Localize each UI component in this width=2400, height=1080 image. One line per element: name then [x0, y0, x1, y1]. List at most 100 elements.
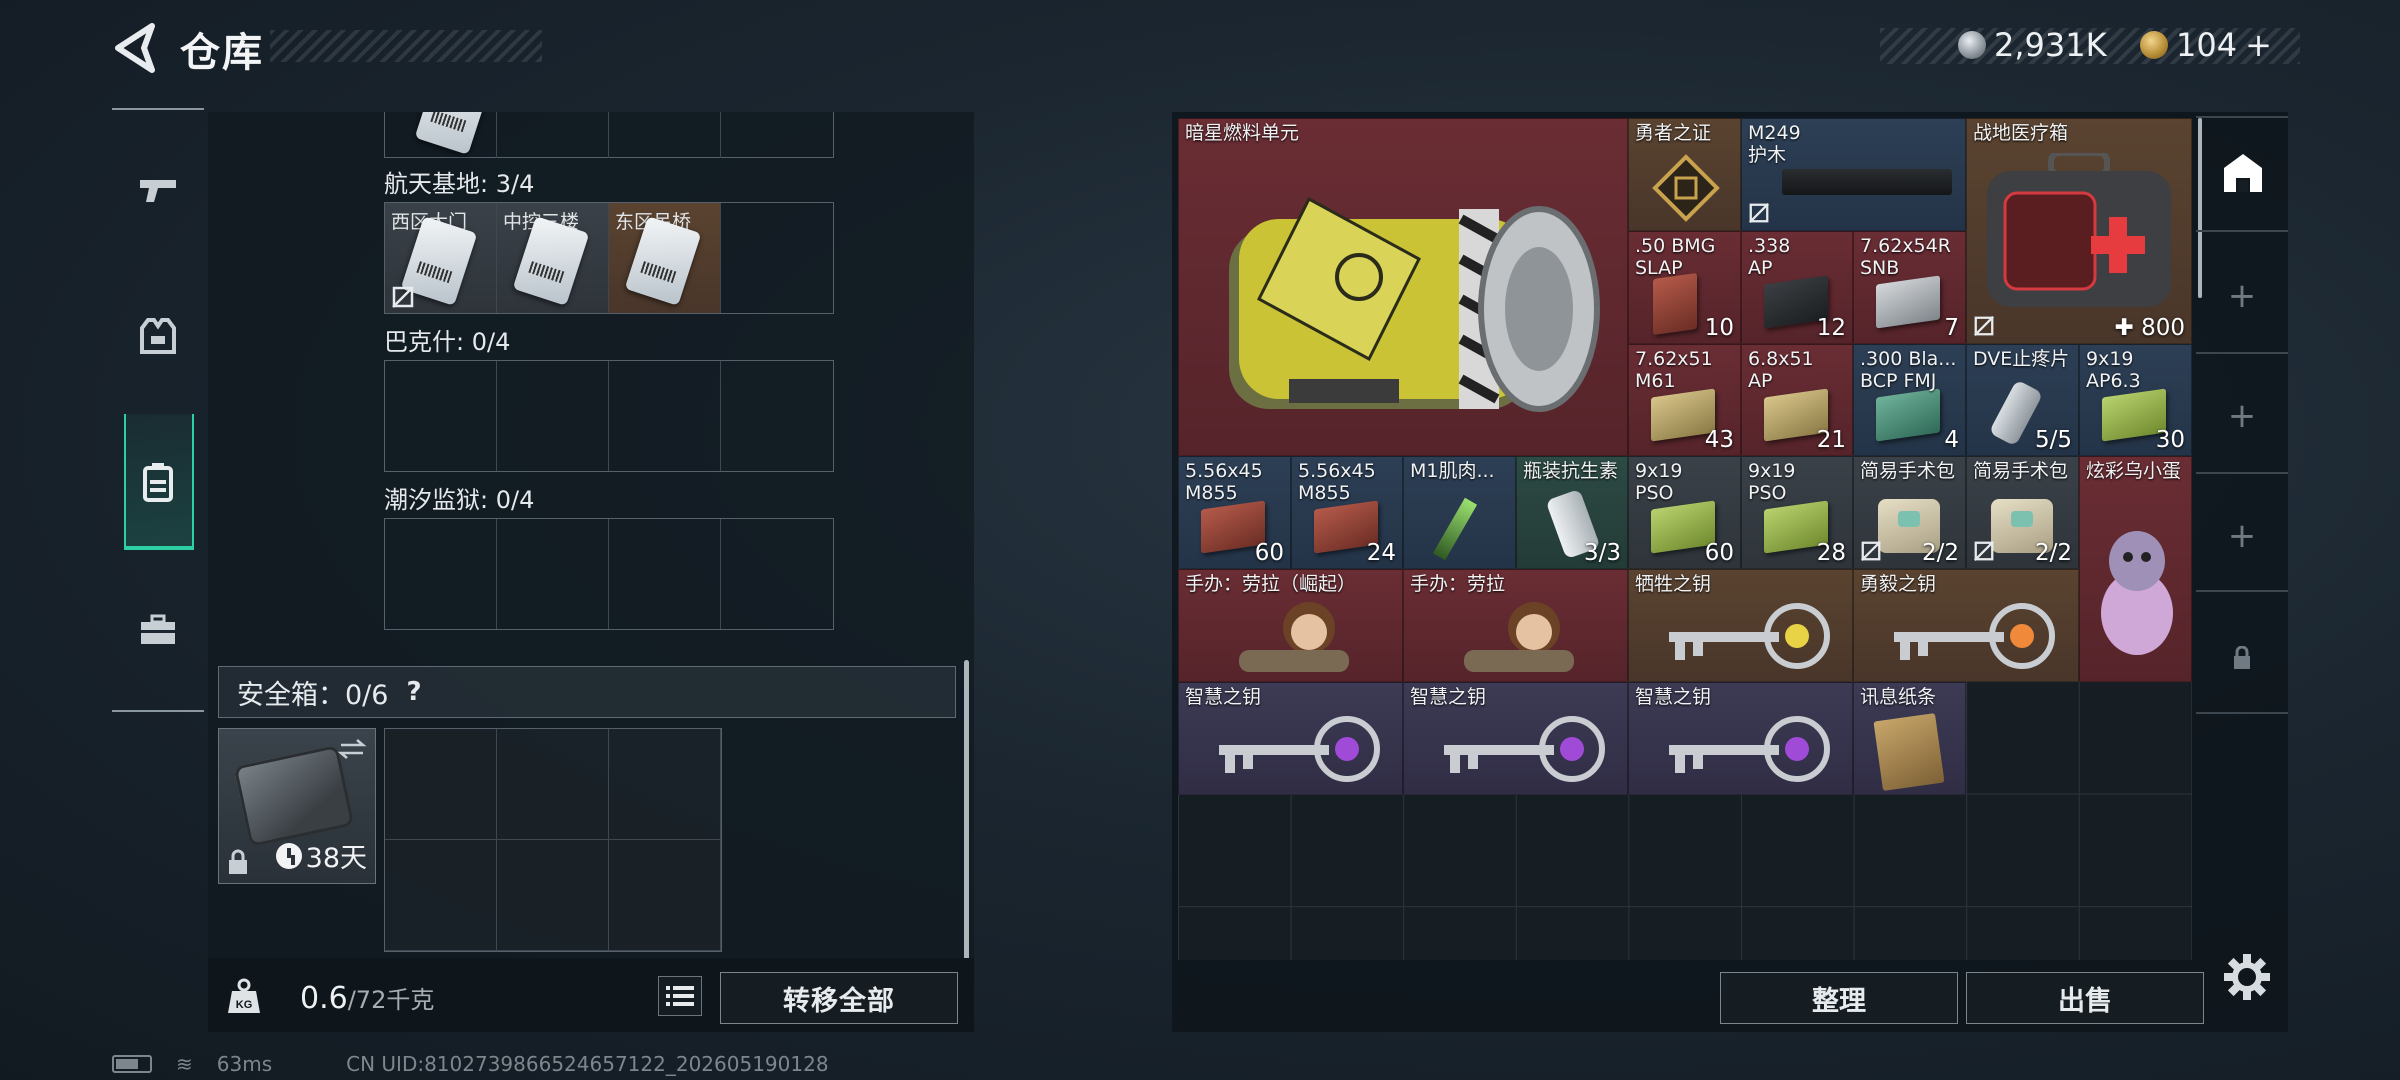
stash-item-338ap[interactable]: .338 AP 12 — [1741, 231, 1853, 344]
stash-item-surgery-kit[interactable]: 简易手术包 2/2 — [1853, 456, 1966, 569]
key-slot-empty[interactable] — [609, 361, 721, 471]
stash-item-lara-figure-rise[interactable]: 手办：劳拉（崛起） — [1178, 569, 1403, 682]
stash-item-300blk[interactable]: .300 Bla... BCP FMJ 4 — [1853, 344, 1966, 456]
stash-grid: 暗星燃料单元 勇者之证 M249 护木 战地医疗箱 ✚ 800 .50 BMG … — [1178, 118, 2192, 960]
item-name: 7.62x51 M61 — [1635, 348, 1713, 392]
safebox-help-button[interactable]: ? — [406, 677, 421, 707]
currency-gold-value: 104 — [2176, 26, 2238, 64]
key-slot-empty[interactable] — [721, 361, 833, 471]
stash-home-icon[interactable] — [2220, 150, 2266, 196]
currency-gold[interactable]: 104 + — [2140, 26, 2272, 64]
sell-button[interactable]: 出售 — [1966, 972, 2204, 1024]
sort-button[interactable]: 整理 — [1720, 972, 1958, 1024]
safebox-slot[interactable] — [385, 840, 497, 951]
key-image — [1444, 716, 1605, 782]
key-slot[interactable] — [497, 112, 609, 158]
add-page-button[interactable]: + — [2226, 279, 2258, 313]
stash-item-fuel-cell[interactable]: 暗星燃料单元 — [1178, 118, 1628, 456]
stash-item-surgery-kit[interactable]: 简易手术包 2/2 — [1966, 456, 2079, 569]
pistol-icon — [140, 180, 176, 202]
key-slot[interactable] — [385, 112, 497, 158]
key-section-label: 巴克什: 0/4 — [384, 328, 511, 356]
key-slot-empty[interactable] — [721, 519, 833, 629]
stash-item-9x19-pso[interactable]: 9x19 PSO 60 — [1628, 456, 1741, 569]
item-name: 6.8x51 AP — [1748, 348, 1814, 392]
stash-item-badge[interactable]: 勇者之证 — [1628, 118, 1741, 231]
stash-item-m1-muscle[interactable]: M1肌肉... — [1403, 456, 1516, 569]
key-slot[interactable] — [721, 112, 833, 158]
stash-item-courage-key[interactable]: 勇毅之钥 — [1853, 569, 2079, 682]
backpack-scrollbar[interactable] — [964, 660, 969, 960]
stash-item-field-medkit[interactable]: 战地医疗箱 ✚ 800 — [1966, 118, 2192, 344]
stash-item-556-m855[interactable]: 5.56x45 M855 60 — [1178, 456, 1291, 569]
safebox-label: 安全箱：0/6 — [237, 679, 389, 711]
nav-armor[interactable] — [118, 296, 198, 376]
safebox-slot[interactable] — [497, 840, 609, 951]
gold-coin-icon — [2140, 31, 2168, 59]
stash-item-wisdom-key[interactable]: 智慧之钥 — [1178, 682, 1403, 795]
key-slot-empty[interactable] — [721, 203, 833, 313]
add-page-button[interactable]: + — [2226, 519, 2258, 553]
item-count: 24 — [1366, 540, 1396, 566]
add-page-button[interactable]: + — [2226, 399, 2258, 433]
stash-item-9x19-ap63[interactable]: 9x19 AP6.3 30 — [2079, 344, 2192, 456]
nav-tools[interactable] — [118, 590, 198, 670]
stash-item-wisdom-key[interactable]: 智慧之钥 — [1403, 682, 1628, 795]
nav-backpack[interactable] — [118, 442, 198, 522]
nav-weapons[interactable] — [118, 150, 198, 230]
stash-item-556-m855[interactable]: 5.56x45 M855 24 — [1291, 456, 1403, 569]
key-slot-empty[interactable] — [609, 519, 721, 629]
stash-item-rainbow-egg[interactable]: 炫彩乌小蛋 — [2079, 456, 2192, 682]
back-button[interactable] — [112, 22, 158, 74]
stash-item-m249-handguard[interactable]: M249 护木 — [1741, 118, 1966, 231]
safebox-item[interactable]: 38天 — [218, 728, 376, 884]
key-slot-empty[interactable] — [497, 519, 609, 629]
key-slot[interactable]: 中控三楼 — [497, 203, 609, 313]
safebox-slot[interactable] — [609, 840, 721, 951]
key-slot[interactable]: 东区吊桥 — [609, 203, 721, 313]
stash-item-762x51[interactable]: 7.62x51 M61 43 — [1628, 344, 1741, 456]
nav-divider — [112, 710, 204, 712]
key-slot[interactable] — [609, 112, 721, 158]
stash-item-sacrifice-key[interactable]: 牺牲之钥 — [1628, 569, 1853, 682]
item-count: 21 — [1816, 427, 1846, 453]
list-view-button[interactable] — [658, 976, 702, 1016]
stash-item-antibiotics[interactable]: 瓶装抗生素 3/3 — [1516, 456, 1628, 569]
safebox-slot[interactable] — [497, 729, 609, 840]
stash-item-50bmg[interactable]: .50 BMG SLAP 10 — [1628, 231, 1741, 344]
item-count: 10 — [1704, 315, 1734, 341]
item-name: 9x19 PSO — [1748, 460, 1796, 504]
swap-icon[interactable] — [337, 737, 367, 761]
key-slot-empty[interactable] — [385, 519, 497, 629]
key-section-grid — [384, 360, 834, 472]
add-currency-button[interactable]: + — [2245, 26, 2272, 64]
settings-gear-icon[interactable] — [2222, 952, 2272, 1002]
key-image — [1894, 603, 2055, 669]
safebox-slot[interactable] — [385, 729, 497, 840]
key-slot-empty[interactable] — [497, 361, 609, 471]
item-count: 60 — [1254, 540, 1284, 566]
rail-divider — [2196, 590, 2288, 592]
item-name: 手办：劳拉 — [1410, 573, 1506, 595]
stash-item-9x19-pso[interactable]: 9x19 PSO 28 — [1741, 456, 1853, 569]
item-name: 勇毅之钥 — [1860, 573, 1937, 595]
stash-item-762x54r[interactable]: 7.62x54R SNB 7 — [1853, 231, 1966, 344]
toolbox-icon — [141, 614, 175, 644]
item-name: DVE止疼片 — [1973, 348, 2070, 370]
key-section-grid — [384, 518, 834, 630]
key-slot-empty[interactable] — [385, 361, 497, 471]
stash-item-wisdom-key[interactable]: 智慧之钥 — [1628, 682, 1853, 795]
currency-silver: 2,931K — [1958, 26, 2107, 64]
stash-item-dve-painkiller[interactable]: DVE止疼片 5/5 — [1966, 344, 2079, 456]
transfer-all-button[interactable]: 转移全部 — [720, 972, 958, 1024]
figurine-image — [1464, 602, 1574, 672]
key-slot[interactable]: 西区大门 — [385, 203, 497, 313]
currency-silver-value: 2,931K — [1994, 26, 2107, 64]
page-title: 仓库 — [180, 30, 264, 76]
lock-icon[interactable] — [2232, 646, 2252, 670]
stash-item-message-note[interactable]: 讯息纸条 — [1853, 682, 1966, 795]
stash-item-lara-figure[interactable]: 手办：劳拉 — [1403, 569, 1628, 682]
stash-item-68x51[interactable]: 6.8x51 AP 21 — [1741, 344, 1853, 456]
no-trade-icon — [1974, 541, 1994, 561]
safebox-slot[interactable] — [609, 729, 721, 840]
